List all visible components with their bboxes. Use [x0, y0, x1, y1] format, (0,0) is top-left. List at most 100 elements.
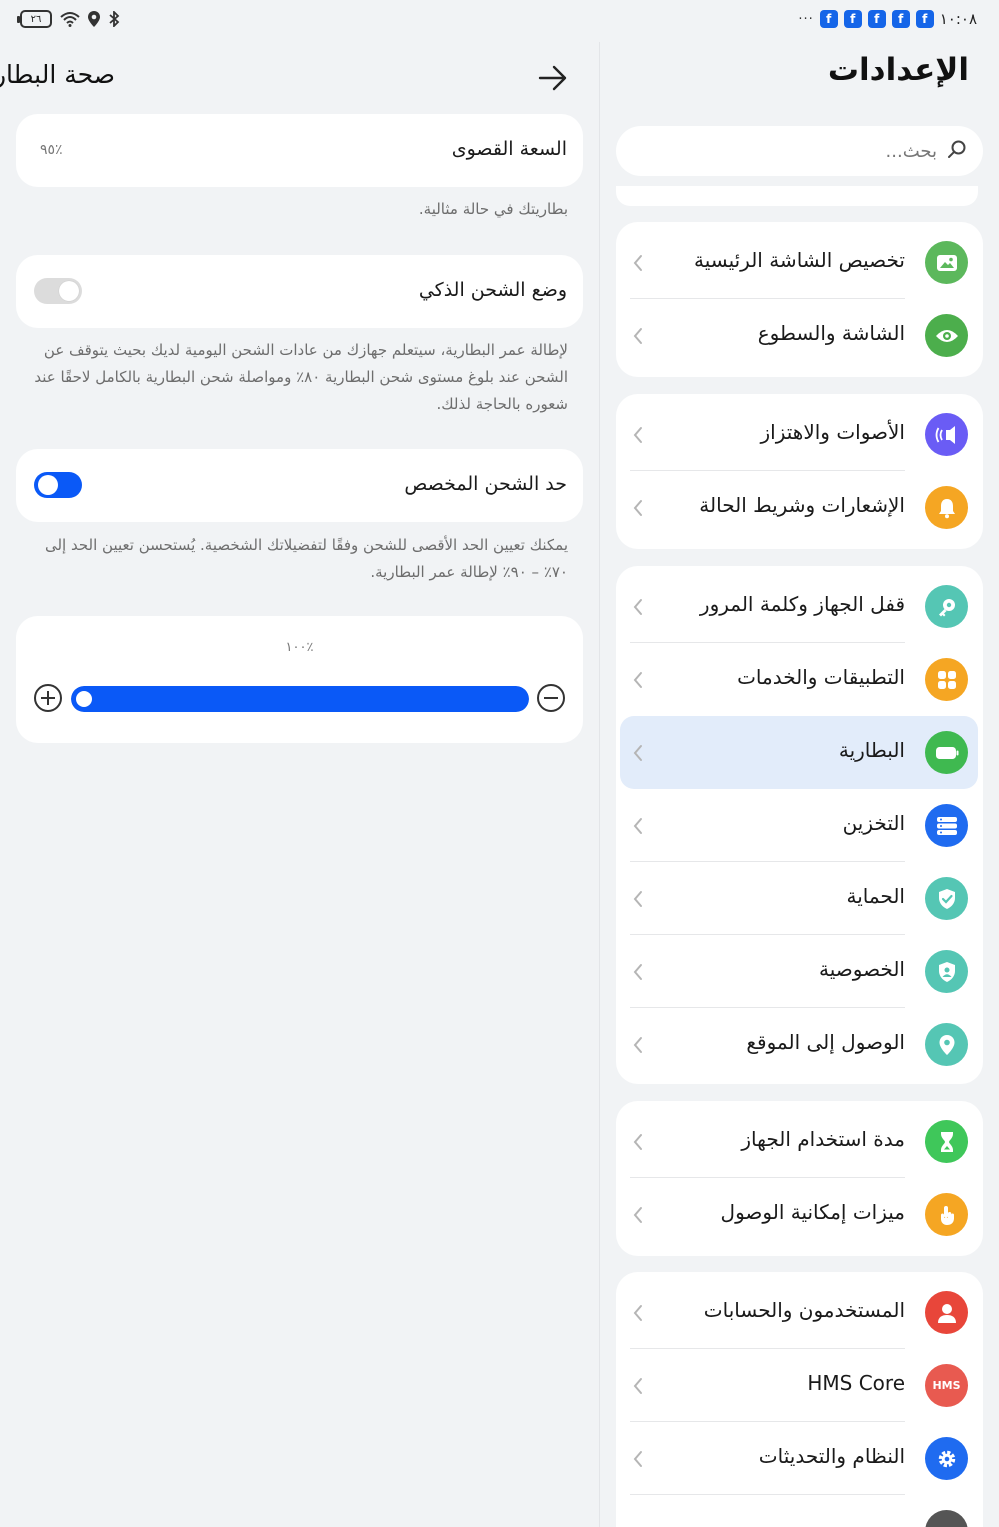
settings-item-apps[interactable]: التطبيقات والخدمات	[616, 643, 983, 716]
settings-group-accounts: المستخدمون والحسابات HMS HMS Core النظام…	[616, 1272, 983, 1527]
gear-icon	[925, 1437, 968, 1480]
smart-charging-card[interactable]: وضع الشحن الذكي	[16, 255, 583, 328]
settings-item-label: التخزين	[842, 811, 905, 835]
chevron-left-icon	[633, 818, 642, 834]
settings-item-privacy[interactable]: الخصوصية	[616, 935, 983, 1008]
chevron-left-icon	[633, 255, 642, 271]
settings-item-label: قفل الجهاز وكلمة المرور	[699, 592, 905, 616]
charge-limit-slider[interactable]	[71, 686, 529, 712]
shield-check-icon	[925, 877, 968, 920]
page-title: الإعدادات	[827, 52, 969, 88]
battery-icon	[925, 731, 968, 774]
custom-limit-label: حد الشحن المخصص	[404, 473, 567, 495]
settings-item-label: المستخدمون والحسابات	[703, 1298, 905, 1322]
settings-group-display: تخصيص الشاشة الرئيسية الشاشة والسطوع	[616, 222, 983, 377]
chevron-left-icon	[633, 1451, 642, 1467]
search-input[interactable]	[616, 140, 937, 162]
back-arrow-icon[interactable]	[538, 64, 568, 92]
max-capacity-label: السعة القصوى	[451, 138, 567, 160]
charge-limit-slider-card: ٪١٠٠	[16, 616, 583, 743]
eye-icon	[925, 314, 968, 357]
settings-item-users[interactable]: المستخدمون والحسابات	[616, 1276, 983, 1349]
apps-icon	[925, 658, 968, 701]
slider-fill	[71, 686, 529, 712]
chevron-left-icon	[633, 1305, 642, 1321]
settings-item-hms-core[interactable]: HMS HMS Core	[616, 1349, 983, 1422]
toggle-knob	[59, 281, 79, 301]
wallpaper-icon	[925, 241, 968, 284]
settings-group-sound: الأصوات والاهتزاز الإشعارات وشريط الحالة	[616, 394, 983, 549]
hourglass-icon	[925, 1120, 968, 1163]
settings-item-label: النظام والتحديثات	[758, 1444, 905, 1468]
settings-item-lock[interactable]: قفل الجهاز وكلمة المرور	[616, 570, 983, 643]
settings-item-battery[interactable]: البطارية	[616, 716, 983, 789]
settings-group-system-core: قفل الجهاز وكلمة المرور التطبيقات والخدم…	[616, 566, 983, 1084]
chevron-left-icon	[633, 500, 642, 516]
slider-thumb[interactable]	[76, 691, 92, 707]
settings-item-label: HMS Core	[807, 1371, 905, 1395]
settings-item-label: الإشعارات وشريط الحالة	[699, 493, 905, 517]
chevron-left-icon	[633, 1207, 642, 1223]
custom-limit-toggle[interactable]	[34, 472, 82, 498]
settings-item-label: ميزات إمكانية الوصول	[720, 1200, 905, 1224]
settings-pane: الإعدادات تخصيص الشاشة الرئيسية الشاشة و…	[600, 0, 999, 1527]
toggle-knob	[38, 475, 58, 495]
settings-item-sounds[interactable]: الأصوات والاهتزاز	[616, 398, 983, 471]
location-icon	[925, 1023, 968, 1066]
smart-charging-note: لإطالة عمر البطارية، سيتعلم جهازك من عاد…	[34, 341, 568, 413]
chevron-left-icon	[633, 427, 642, 443]
settings-item-label: الخصوصية	[819, 957, 905, 981]
detail-page-title: صحة البطارية	[0, 60, 115, 89]
settings-item-screen-time[interactable]: مدة استخدام الجهاز	[616, 1105, 983, 1178]
capacity-note: بطاريتك في حالة مثالية.	[418, 200, 568, 218]
settings-item-label: الشاشة والسطوع	[757, 321, 905, 345]
settings-item-label: البطارية	[838, 738, 905, 762]
settings-item-label: التطبيقات والخدمات	[737, 665, 905, 689]
chevron-left-icon	[633, 964, 642, 980]
max-capacity-card: السعة القصوى ٪٩٥	[16, 114, 583, 187]
settings-item-storage[interactable]: التخزين	[616, 789, 983, 862]
chevron-left-icon	[633, 328, 642, 344]
smart-charging-toggle[interactable]	[34, 278, 82, 304]
settings-item-label: الأصوات والاهتزاز	[760, 420, 905, 444]
chevron-left-icon	[633, 672, 642, 688]
key-icon	[925, 585, 968, 628]
decrease-limit-button[interactable]	[537, 684, 565, 712]
settings-item-label: الوصول إلى الموقع	[746, 1030, 905, 1054]
hms-icon-text: HMS	[932, 1379, 961, 1392]
settings-item-label: مدة استخدام الجهاز	[741, 1127, 905, 1151]
settings-group-wellbeing: مدة استخدام الجهاز ميزات إمكانية الوصول	[616, 1101, 983, 1256]
max-capacity-value: ٪٩٥	[40, 142, 63, 158]
user-icon	[925, 1291, 968, 1334]
settings-item-notifications[interactable]: الإشعارات وشريط الحالة	[616, 471, 983, 544]
battery-health-pane: صحة البطارية السعة القصوى ٪٩٥ بطاريتك في…	[0, 0, 599, 1527]
chevron-left-icon	[633, 1134, 642, 1150]
chevron-left-icon	[633, 1037, 642, 1053]
settings-item-security[interactable]: الحماية	[616, 862, 983, 935]
settings-item-accessibility[interactable]: ميزات إمكانية الوصول	[616, 1178, 983, 1251]
settings-item-location[interactable]: الوصول إلى الموقع	[616, 1008, 983, 1081]
search-box[interactable]	[616, 126, 983, 176]
storage-icon	[925, 804, 968, 847]
custom-limit-card[interactable]: حد الشحن المخصص	[16, 449, 583, 522]
info-icon	[925, 1510, 968, 1527]
hand-icon	[925, 1193, 968, 1236]
bell-icon	[925, 486, 968, 529]
settings-item-label: تخصيص الشاشة الرئيسية	[693, 248, 905, 272]
hms-icon: HMS	[925, 1364, 968, 1407]
partially-visible-card	[616, 186, 978, 206]
chevron-left-icon	[633, 891, 642, 907]
settings-item-label: الحماية	[846, 884, 905, 908]
chevron-left-icon	[633, 1378, 642, 1394]
settings-item-system[interactable]: النظام والتحديثات	[616, 1422, 983, 1495]
settings-item-display[interactable]: الشاشة والسطوع	[616, 299, 983, 372]
smart-charging-label: وضع الشحن الذكي	[418, 279, 567, 301]
chevron-left-icon	[633, 745, 642, 761]
increase-limit-button[interactable]	[34, 684, 62, 712]
custom-limit-note: يمكنك تعيين الحد الأقصى للشحن وفقًا لتفض…	[44, 536, 568, 581]
sound-icon	[925, 413, 968, 456]
chevron-left-icon	[633, 599, 642, 615]
search-icon	[948, 140, 966, 158]
settings-item-partial[interactable]	[616, 1495, 983, 1527]
settings-item-home-screen[interactable]: تخصيص الشاشة الرئيسية	[616, 226, 983, 299]
